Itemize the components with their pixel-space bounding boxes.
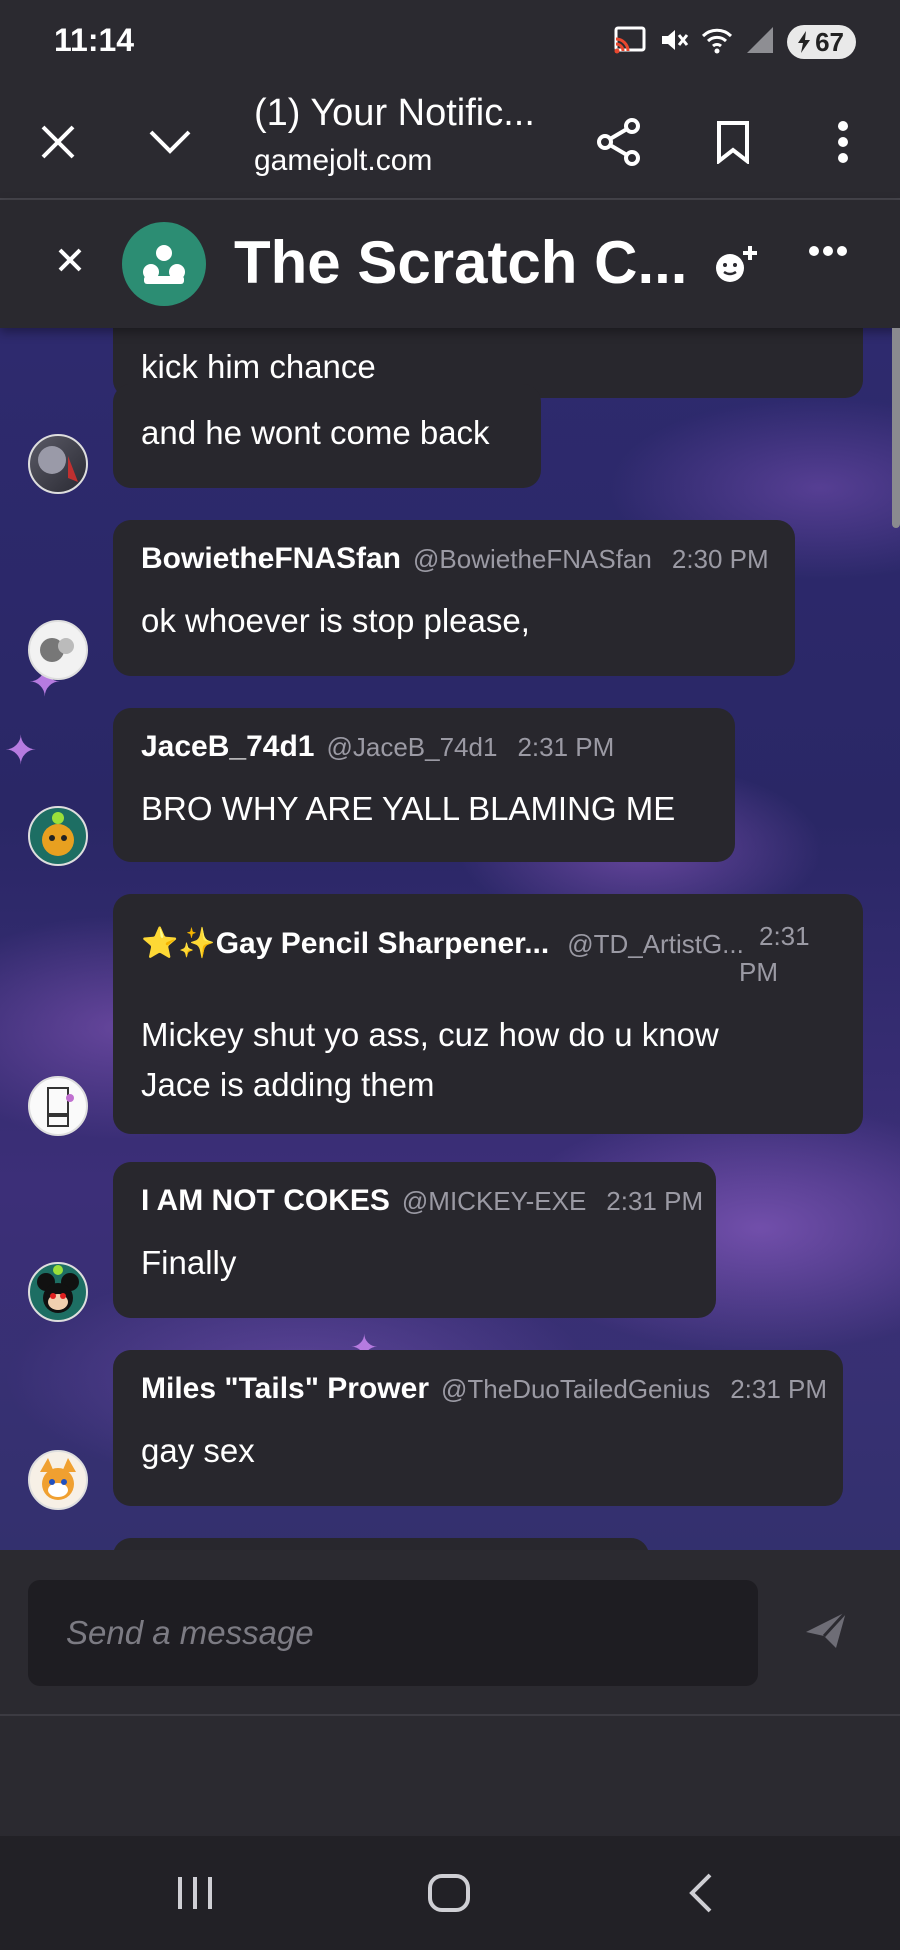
recent-apps-button[interactable] [160,1836,230,1950]
message-bubble: JaceB_74d1 @JaceB_74d1 2:31 PM BRO WHY A… [113,708,735,862]
bookmark-icon [717,121,749,164]
chevron-down-icon [149,130,191,154]
status-time: 11:14 [54,22,135,58]
message-text: and he wont come back [141,414,490,451]
message-header: ⭐✨Gay Pencil Sharpener... @TD_ArtistG... [141,926,744,961]
message-input[interactable] [28,1580,758,1686]
status-icons: 67 [613,22,856,62]
scrollbar-thumb[interactable] [892,328,900,528]
message-time: 2:31 PM [517,732,615,762]
bookmark-button[interactable] [708,86,758,198]
sparkle-icon: ✦ [4,729,38,773]
browser-menu-button[interactable] [826,86,860,198]
avatar[interactable] [28,806,88,866]
message-bubble: Miles "Tails" Prower @TheDuoTailedGenius… [113,1350,843,1506]
chat-title[interactable]: The Scratch C... [234,228,687,297]
username[interactable]: I AM NOT COKES [141,1184,390,1218]
charging-icon [798,31,811,53]
share-button[interactable] [590,86,648,198]
message-time: 2:31 PM [606,1186,704,1216]
message-time-ampm: PM [739,957,778,987]
close-icon [41,125,75,159]
message-header: JaceB_74d1 @JaceB_74d1 2:31 PM [141,730,614,764]
status-bar: 11:14 67 [0,0,900,86]
message-bubble: BowietheFNASfan @BowietheFNASfan 2:30 PM… [113,520,795,676]
more-vert-icon [838,121,848,163]
add-user-icon [716,246,757,282]
message-list[interactable]: ✦ ✦ ✦ kick him chance and he wont come b… [0,328,900,1550]
username[interactable]: BowietheFNASfan [141,542,401,576]
minimize-button[interactable] [140,86,200,198]
send-button[interactable] [804,1610,848,1655]
home-icon [428,1874,470,1912]
chat-options-button[interactable] [808,244,848,262]
user-handle[interactable]: @TheDuoTailedGenius [441,1374,710,1405]
battery-level: 67 [815,27,844,57]
message-header: BowietheFNASfan @BowietheFNASfan 2:30 PM [141,542,769,576]
message-bubble: and he wont come back [113,384,541,488]
user-handle[interactable]: @MICKEY-EXE [402,1186,586,1217]
close-tab-button[interactable] [30,86,86,198]
username[interactable]: Miles "Tails" Prower [141,1372,429,1406]
wifi-icon [701,26,733,59]
browser-toolbar: (1) Your Notific... gamejolt.com [0,86,900,200]
more-horiz-icon [809,246,847,256]
message-composer [0,1550,900,1716]
system-nav-bar [0,1836,900,1950]
cast-icon [613,25,647,60]
avatar[interactable] [28,1262,88,1322]
avatar[interactable] [28,434,88,494]
avatar[interactable] [28,1076,88,1136]
message-text-line: Jace is adding them [141,1066,435,1103]
message-bubble: ⭐✨Gay Pencil Sharpener... @TD_ArtistG...… [113,894,863,1134]
user-handle[interactable]: @JaceB_74d1 [326,732,497,763]
message-text: ok whoever is stop please, [141,602,530,639]
recent-apps-icon [178,1877,212,1909]
back-button[interactable] [666,1836,736,1950]
signal-icon [745,25,775,60]
message-text: BRO WHY ARE YALL BLAMING ME [141,790,676,827]
message-bubble [113,1538,649,1550]
group-avatar[interactable] [122,222,206,306]
avatar[interactable] [28,1450,88,1510]
message-time-hour: 2:31 [759,921,810,951]
send-icon [806,1610,848,1648]
back-icon [689,1873,712,1913]
username[interactable]: ⭐✨Gay Pencil Sharpener... [141,926,549,961]
add-user-button[interactable] [714,244,758,289]
battery-indicator: 67 [787,25,856,59]
group-icon [143,245,185,284]
page-url: gamejolt.com [254,144,433,177]
chat-header: The Scratch C... [0,200,900,328]
avatar[interactable] [28,620,88,680]
message-time: 2:31 PM [739,918,819,990]
page-bottom-area [0,1716,900,1836]
user-handle[interactable]: @TD_ArtistG... [567,929,744,960]
close-chat-button[interactable] [50,240,90,285]
message-header: I AM NOT COKES @MICKEY-EXE 2:31 PM [141,1184,703,1218]
message-text: gay sex [141,1432,255,1469]
message-bubble: I AM NOT COKES @MICKEY-EXE 2:31 PM Final… [113,1162,716,1318]
message-time: 2:30 PM [671,544,769,574]
message-text-line: Mickey shut yo ass, cuz how do u know [141,1016,719,1053]
mute-icon [659,25,689,60]
message-header: Miles "Tails" Prower @TheDuoTailedGenius… [141,1372,827,1406]
message-text: Finally [141,1244,237,1281]
user-handle[interactable]: @BowietheFNASfan [413,544,652,575]
close-icon [58,248,82,272]
message-time: 2:31 PM [730,1374,828,1404]
home-button[interactable] [414,1836,484,1950]
share-icon [597,118,640,166]
username[interactable]: JaceB_74d1 [141,730,314,764]
page-title: (1) Your Notific... [254,92,535,134]
